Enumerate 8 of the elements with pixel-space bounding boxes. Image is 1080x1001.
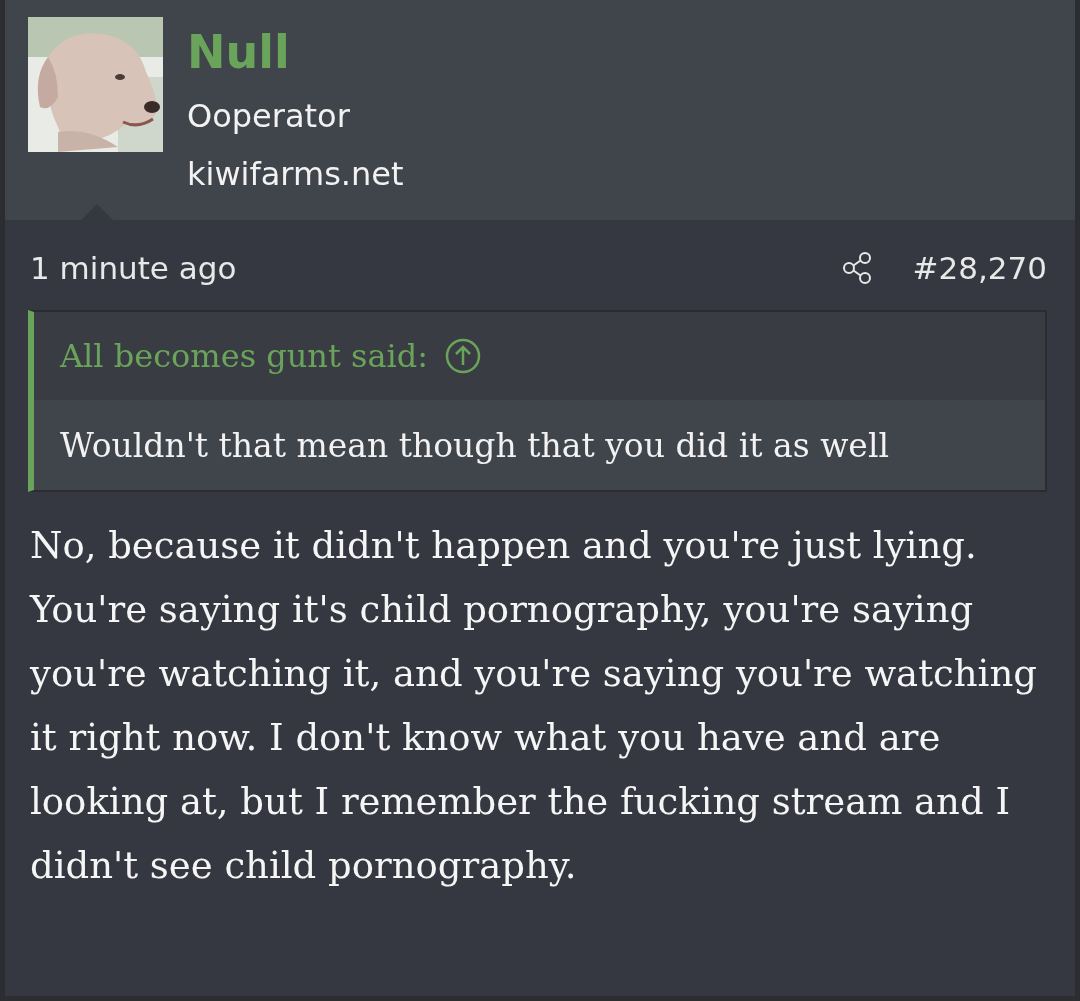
user-title: Ooperator (187, 96, 351, 137)
user-site: kiwifarms.net (187, 154, 404, 195)
quote-text: Wouldn't that mean though that you did it as well (60, 425, 889, 465)
post-time[interactable]: 1 minute ago (30, 250, 841, 286)
arrow-up-icon[interactable] (443, 337, 482, 375)
post-number[interactable]: #28,270 (912, 250, 1047, 286)
quote-attribution[interactable]: All becomes gunt said: (60, 337, 428, 375)
post-body: No, because it didn't happen and you're just lying. You're saying it's child pornography, you're saying you're watching it, and you're saying you're watching it right now. I don't know what you have and are looking at, but I remember the fucking stream and I didn't see child pornography. (28, 523, 1038, 889)
